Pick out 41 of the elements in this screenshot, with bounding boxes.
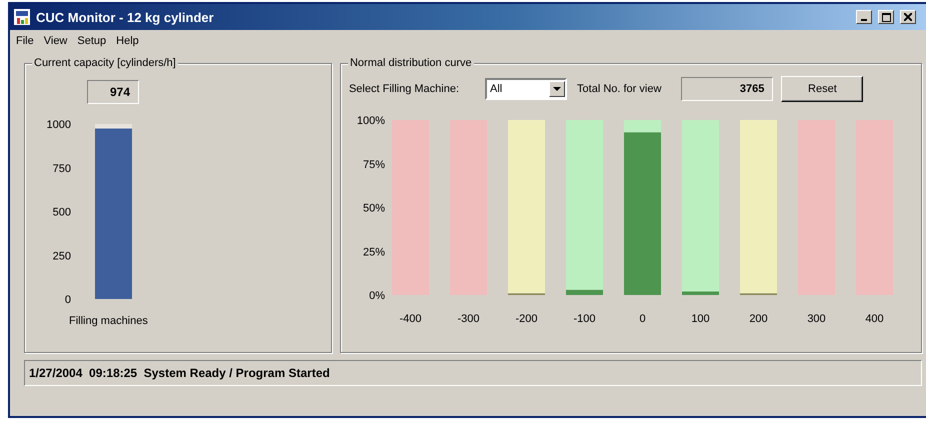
axis-label: -100 <box>573 313 596 325</box>
axis-label: 100% <box>356 115 385 127</box>
axis-label: 300 <box>807 313 826 325</box>
axis-label: 75% <box>362 158 385 171</box>
capacity-value: 974 <box>87 80 139 104</box>
axis-label: 1000 <box>46 119 71 131</box>
machine-dropdown[interactable]: All <box>485 78 568 100</box>
menu-item[interactable]: Help <box>112 35 143 47</box>
axis-label: 100 <box>691 313 710 325</box>
total-label: Total No. for view <box>577 83 662 95</box>
axis-label: 750 <box>52 162 71 175</box>
axis-label: 0 <box>639 313 646 325</box>
maximize-button[interactable] <box>878 10 894 24</box>
axis-label: 250 <box>52 250 71 262</box>
axis-label: -400 <box>399 313 422 325</box>
axis-label: 50% <box>362 202 385 214</box>
total-value: 3765 <box>681 77 774 101</box>
app-icon <box>14 9 30 25</box>
axis-label: 25% <box>362 246 385 258</box>
axis-label: -300 <box>457 313 480 325</box>
axis-label: 400 <box>865 313 884 325</box>
menu-item[interactable]: File <box>12 35 38 47</box>
panel-title: Current capacity [cylinders/h] <box>32 57 178 69</box>
axis-label: 0 <box>64 294 71 306</box>
menu-item[interactable]: Setup <box>73 35 110 47</box>
axis-label: 0% <box>369 290 385 302</box>
axis-label: Filling machines <box>69 315 148 327</box>
bar-background-drawing <box>95 124 132 129</box>
status-text: 1/27/2004 09:18:25 System Ready / Program Started <box>29 366 330 380</box>
select-label: Select Filling Machine: <box>348 83 460 95</box>
close-icon <box>904 13 912 21</box>
close-button[interactable] <box>900 10 916 24</box>
reset-button[interactable]: Reset <box>781 76 864 102</box>
axis-label: 500 <box>52 206 71 218</box>
maximize-icon <box>882 12 890 22</box>
menu-item[interactable]: View <box>40 35 72 47</box>
panel-title: Normal distribution curve <box>348 57 474 69</box>
window-title: CUC Monitor - 12 kg cylinder <box>36 10 215 24</box>
minimize-button[interactable] <box>856 10 872 24</box>
axis-label: 200 <box>749 313 768 325</box>
axis-label: -200 <box>515 313 538 325</box>
